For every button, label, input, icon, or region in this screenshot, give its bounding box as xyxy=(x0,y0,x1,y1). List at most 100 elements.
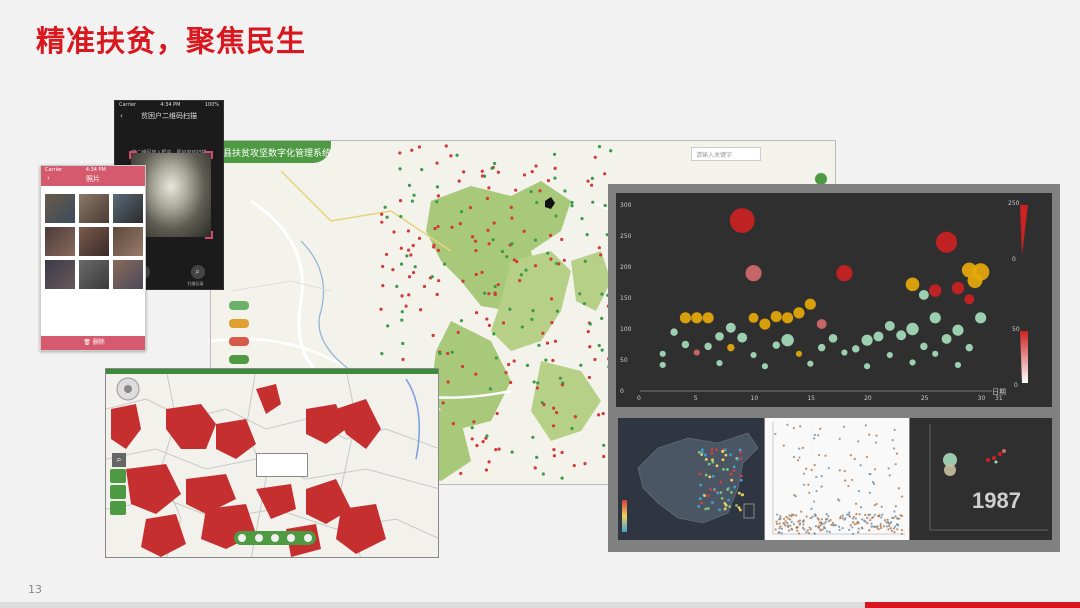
city-marker[interactable] xyxy=(700,450,704,454)
household-marker[interactable] xyxy=(586,179,590,183)
household-marker[interactable] xyxy=(485,434,489,438)
household-marker[interactable] xyxy=(486,228,490,232)
household-marker[interactable] xyxy=(474,372,478,376)
bubble-point[interactable] xyxy=(729,208,755,233)
household-marker[interactable] xyxy=(487,242,491,246)
household-marker[interactable] xyxy=(509,205,513,209)
household-marker[interactable] xyxy=(406,229,411,233)
household-marker[interactable] xyxy=(446,351,450,356)
household-marker[interactable] xyxy=(417,145,422,149)
photo-thumbnail[interactable] xyxy=(113,227,143,256)
bubble-point[interactable] xyxy=(761,363,769,370)
household-marker[interactable] xyxy=(470,235,475,239)
household-marker[interactable] xyxy=(583,461,587,466)
household-marker[interactable] xyxy=(438,351,442,356)
household-marker[interactable] xyxy=(549,257,553,261)
bubble-point[interactable] xyxy=(759,318,771,330)
tool-icon[interactable] xyxy=(303,534,312,542)
household-marker[interactable] xyxy=(591,200,595,204)
household-marker[interactable] xyxy=(500,249,504,254)
household-marker[interactable] xyxy=(492,221,496,225)
household-marker[interactable] xyxy=(459,471,463,476)
household-marker[interactable] xyxy=(596,413,601,417)
bubble-point[interactable] xyxy=(795,350,803,357)
bubble-point[interactable] xyxy=(691,312,703,324)
household-marker[interactable] xyxy=(487,323,492,328)
household-marker[interactable] xyxy=(535,455,539,459)
city-marker[interactable] xyxy=(700,501,703,505)
layer-button[interactable] xyxy=(110,469,126,483)
tool-icon[interactable] xyxy=(270,534,279,542)
city-marker[interactable] xyxy=(737,506,741,510)
household-marker[interactable] xyxy=(462,170,466,174)
household-marker[interactable] xyxy=(385,215,389,219)
household-marker[interactable] xyxy=(520,325,524,329)
city-marker[interactable] xyxy=(739,457,743,460)
bubble-point[interactable] xyxy=(929,284,942,297)
household-marker[interactable] xyxy=(553,166,557,170)
search-icon[interactable]: ⌕ xyxy=(112,453,126,467)
household-marker[interactable] xyxy=(609,149,613,153)
household-marker[interactable] xyxy=(381,284,385,288)
household-marker[interactable] xyxy=(563,189,567,193)
household-marker[interactable] xyxy=(407,275,412,279)
bubble-point[interactable] xyxy=(920,342,928,351)
household-marker[interactable] xyxy=(417,236,422,240)
photo-thumbnail[interactable] xyxy=(79,227,109,256)
city-marker[interactable] xyxy=(704,507,708,511)
city-marker[interactable] xyxy=(700,448,704,452)
bubble-point[interactable] xyxy=(954,361,962,369)
household-marker[interactable] xyxy=(398,199,403,203)
household-marker[interactable] xyxy=(487,460,491,464)
household-marker[interactable] xyxy=(392,230,396,234)
household-marker[interactable] xyxy=(460,364,465,369)
household-marker[interactable] xyxy=(480,270,484,274)
photo-thumbnail[interactable] xyxy=(113,194,143,223)
household-marker[interactable] xyxy=(497,447,501,451)
city-marker[interactable] xyxy=(714,448,718,452)
city-marker[interactable] xyxy=(730,491,733,494)
household-marker[interactable] xyxy=(535,386,539,390)
household-marker[interactable] xyxy=(435,185,440,189)
bubble-point[interactable] xyxy=(659,350,666,357)
household-marker[interactable] xyxy=(586,330,590,334)
photo-thumbnail[interactable] xyxy=(113,260,143,289)
household-marker[interactable] xyxy=(401,357,405,361)
city-marker[interactable] xyxy=(726,468,729,471)
household-marker[interactable] xyxy=(560,450,564,455)
household-marker[interactable] xyxy=(419,308,423,312)
household-marker[interactable] xyxy=(399,214,403,219)
city-marker[interactable] xyxy=(736,457,740,461)
bubble-point[interactable] xyxy=(936,231,958,253)
compass-control[interactable] xyxy=(117,378,139,400)
household-marker[interactable] xyxy=(494,448,498,452)
city-marker[interactable] xyxy=(723,507,727,511)
household-marker[interactable] xyxy=(405,254,409,258)
city-marker[interactable] xyxy=(721,458,725,462)
household-marker[interactable] xyxy=(474,249,478,253)
household-marker[interactable] xyxy=(552,152,557,156)
city-marker[interactable] xyxy=(706,507,710,510)
photo-thumbnail[interactable] xyxy=(45,260,75,289)
bubble-point[interactable] xyxy=(852,345,860,353)
household-marker[interactable] xyxy=(570,204,574,208)
household-marker[interactable] xyxy=(493,161,497,166)
bubble-point[interactable] xyxy=(750,351,757,359)
household-marker[interactable] xyxy=(554,411,559,415)
city-marker[interactable] xyxy=(708,475,712,479)
household-marker[interactable] xyxy=(480,174,485,178)
layer-button[interactable] xyxy=(110,501,126,515)
household-marker[interactable] xyxy=(480,169,484,173)
household-marker[interactable] xyxy=(590,176,594,180)
household-marker[interactable] xyxy=(580,217,584,221)
bubble-point[interactable] xyxy=(804,298,816,310)
city-marker[interactable] xyxy=(735,504,738,507)
household-marker[interactable] xyxy=(411,270,416,275)
household-marker[interactable] xyxy=(522,173,527,177)
household-marker[interactable] xyxy=(600,292,604,296)
bubble-point[interactable] xyxy=(793,307,805,319)
household-marker[interactable] xyxy=(446,380,450,384)
household-marker[interactable] xyxy=(456,330,460,335)
household-marker[interactable] xyxy=(554,214,558,218)
city-marker[interactable] xyxy=(697,505,701,508)
